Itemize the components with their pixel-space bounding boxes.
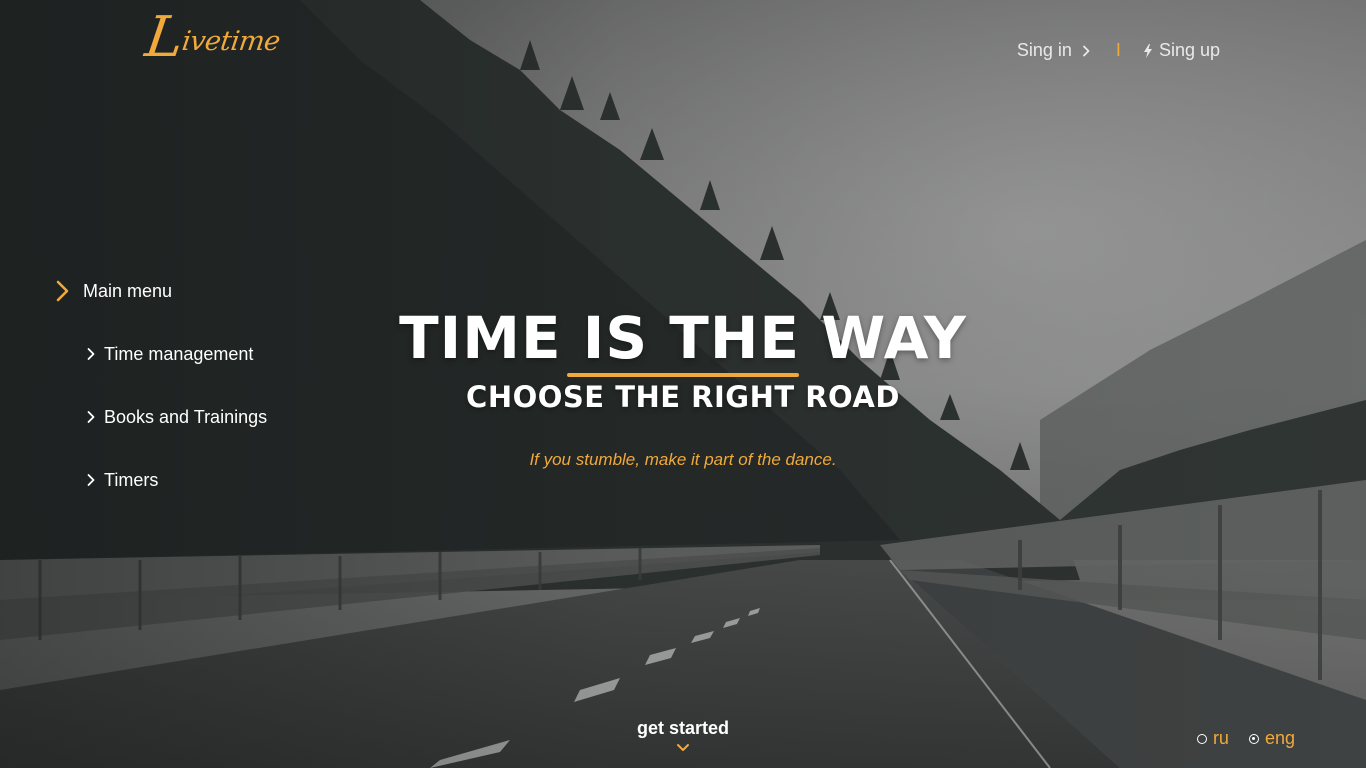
get-started-label: get started: [636, 718, 730, 738]
chevron-right-icon: [87, 348, 95, 360]
side-menu: Main menu Time management Books and Trai…: [55, 276, 267, 495]
logo-initial: L: [141, 5, 188, 70]
sign-up-label: Sing up: [1158, 40, 1220, 60]
language-label: eng: [1264, 728, 1295, 748]
menu-item-timers[interactable]: Timers: [86, 465, 267, 495]
sign-in-link[interactable]: Sing in: [1017, 40, 1092, 61]
chevron-right-icon: [56, 280, 69, 302]
logo-text: ivetime: [180, 26, 282, 57]
title-underline: [567, 373, 799, 377]
chevron-right-icon: [87, 411, 95, 423]
chevron-down-icon: [677, 744, 689, 751]
menu-item-label: Time management: [104, 343, 254, 364]
hero-tagline: If you stumble, make it part of the danc…: [529, 450, 837, 469]
sign-up-link[interactable]: Sing up: [1143, 40, 1220, 61]
radio-checked-icon: [1248, 733, 1259, 744]
hero-subtitle: CHOOSE THE RIGHT ROAD: [466, 380, 900, 414]
menu-item-books-and-trainings[interactable]: Books and Trainings: [86, 402, 267, 432]
logo[interactable]: Livetime: [142, 5, 284, 70]
language-option-eng[interactable]: eng: [1248, 728, 1295, 749]
menu-item-label: Timers: [104, 469, 159, 490]
menu-main[interactable]: Main menu: [55, 276, 267, 306]
menu-item-time-management[interactable]: Time management: [86, 339, 267, 369]
auth-separator: I: [1115, 40, 1121, 60]
language-switcher: ru eng: [1196, 728, 1295, 749]
menu-item-label: Books and Trainings: [104, 406, 268, 427]
get-started-button[interactable]: get started: [583, 718, 783, 757]
language-label: ru: [1212, 728, 1229, 748]
hero: TIME IS THE WAY CHOOSE THE RIGHT ROAD If…: [383, 300, 983, 470]
language-option-ru[interactable]: ru: [1196, 728, 1229, 749]
hero-title: TIME IS THE WAY: [399, 304, 967, 372]
radio-icon: [1196, 733, 1207, 744]
lightning-bolt-icon: [1143, 43, 1152, 58]
chevron-right-icon: [87, 474, 95, 486]
auth-links: Sing in I Sing up: [1017, 40, 1220, 61]
menu-main-label: Main menu: [83, 280, 173, 301]
sign-in-label: Sing in: [1016, 40, 1072, 60]
chevron-right-icon: [1083, 45, 1090, 56]
